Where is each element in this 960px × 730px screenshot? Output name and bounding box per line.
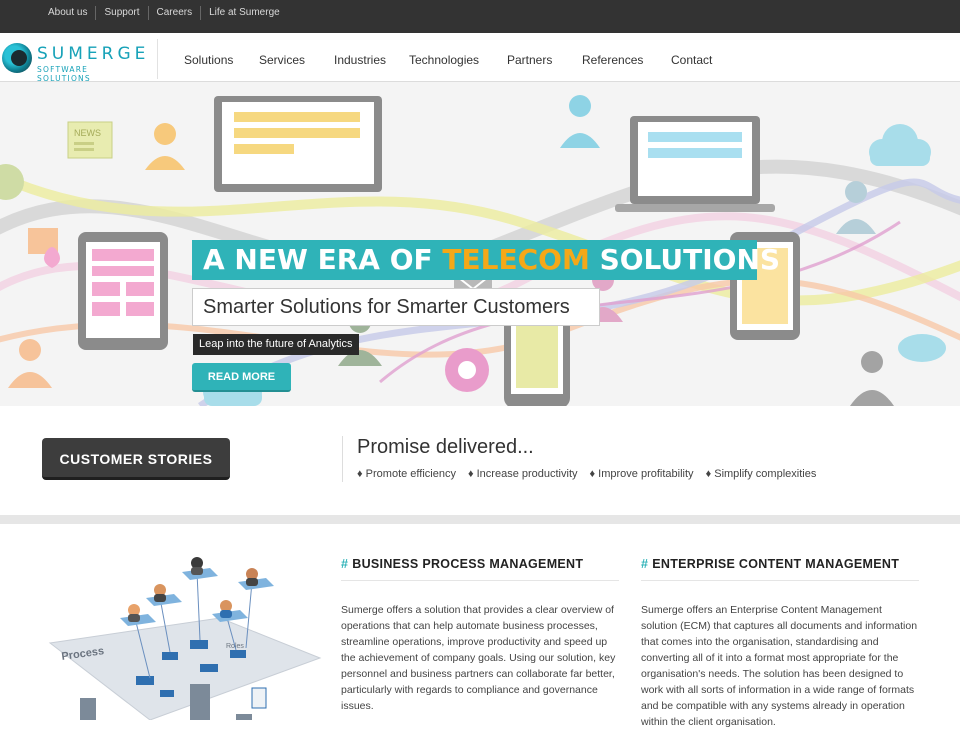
logo-name: SUMERGE xyxy=(37,44,150,64)
nav-industries[interactable]: Industries xyxy=(334,53,386,67)
careers-link[interactable]: Careers xyxy=(147,6,201,20)
section-divider xyxy=(0,515,960,524)
read-more-button[interactable]: READ MORE xyxy=(192,363,291,392)
ecm-section: # ENTERPRISE CONTENT MANAGEMENT Sumerge o… xyxy=(641,557,919,730)
sumerge-logo[interactable]: SUMERGE SOFTWARE SOLUTIONS xyxy=(2,41,145,83)
bpm-section: # BUSINESS PROCESS MANAGEMENT Sumerge off… xyxy=(341,557,619,714)
ecm-heading: # ENTERPRISE CONTENT MANAGEMENT xyxy=(641,557,919,581)
support-link[interactable]: Support xyxy=(95,6,147,20)
hash-mark: # xyxy=(341,557,349,571)
news-icon-label: NEWS xyxy=(74,128,101,138)
bpm-illustration: Process Roles xyxy=(48,557,322,720)
hero-title: A NEW ERA OF TELECOM SOLUTIONS xyxy=(192,240,780,280)
promise-divider xyxy=(342,436,343,482)
promise-item: ♦ Improve profitability xyxy=(589,468,694,480)
customer-stories-button[interactable]: CUSTOMER STORIES xyxy=(42,438,230,480)
nav-contact[interactable]: Contact xyxy=(671,53,712,67)
hero-title-highlight: TELECOM xyxy=(442,243,590,276)
promise-item: ♦ Simplify complexities xyxy=(705,468,817,480)
promise-title: Promise delivered... xyxy=(357,436,534,458)
nav-partners[interactable]: Partners xyxy=(507,53,552,67)
logo-mark-icon xyxy=(2,43,32,73)
top-utility-bar: About us Support Careers Life at Sumerge xyxy=(0,0,960,33)
promise-item: ♦ Increase productivity xyxy=(467,468,578,480)
bpm-body: Sumerge offers a solution that provides … xyxy=(341,604,616,712)
promise-item: ♦ Promote efficiency xyxy=(357,468,456,480)
logo-subtitle: SOFTWARE SOLUTIONS xyxy=(37,65,91,83)
nav-services[interactable]: Services xyxy=(259,53,305,67)
about-us-link[interactable]: About us xyxy=(40,6,95,20)
hash-mark: # xyxy=(641,557,649,571)
promise-list: ♦ Promote efficiency ♦ Increase producti… xyxy=(357,468,828,480)
life-at-sumerge-link[interactable]: Life at Sumerge xyxy=(200,6,288,20)
main-header: SUMERGE SOFTWARE SOLUTIONS Solutions Ser… xyxy=(0,33,960,83)
top-links: About us Support Careers Life at Sumerge xyxy=(40,6,288,20)
ecm-body: Sumerge offers an Enterprise Content Man… xyxy=(641,604,918,728)
hero-tagline: Leap into the future of Analytics xyxy=(193,334,359,355)
nav-technologies[interactable]: Technologies xyxy=(409,53,479,67)
hero-subtitle: Smarter Solutions for Smarter Customers xyxy=(192,288,600,326)
header-separator xyxy=(157,39,158,79)
hero-banner: NEWS A NEW ERA OF TELECOM SOLUTIONS Smar… xyxy=(0,82,960,406)
bpm-heading: # BUSINESS PROCESS MANAGEMENT xyxy=(341,557,619,581)
nav-solutions[interactable]: Solutions xyxy=(184,53,233,67)
nav-references[interactable]: References xyxy=(582,53,643,67)
